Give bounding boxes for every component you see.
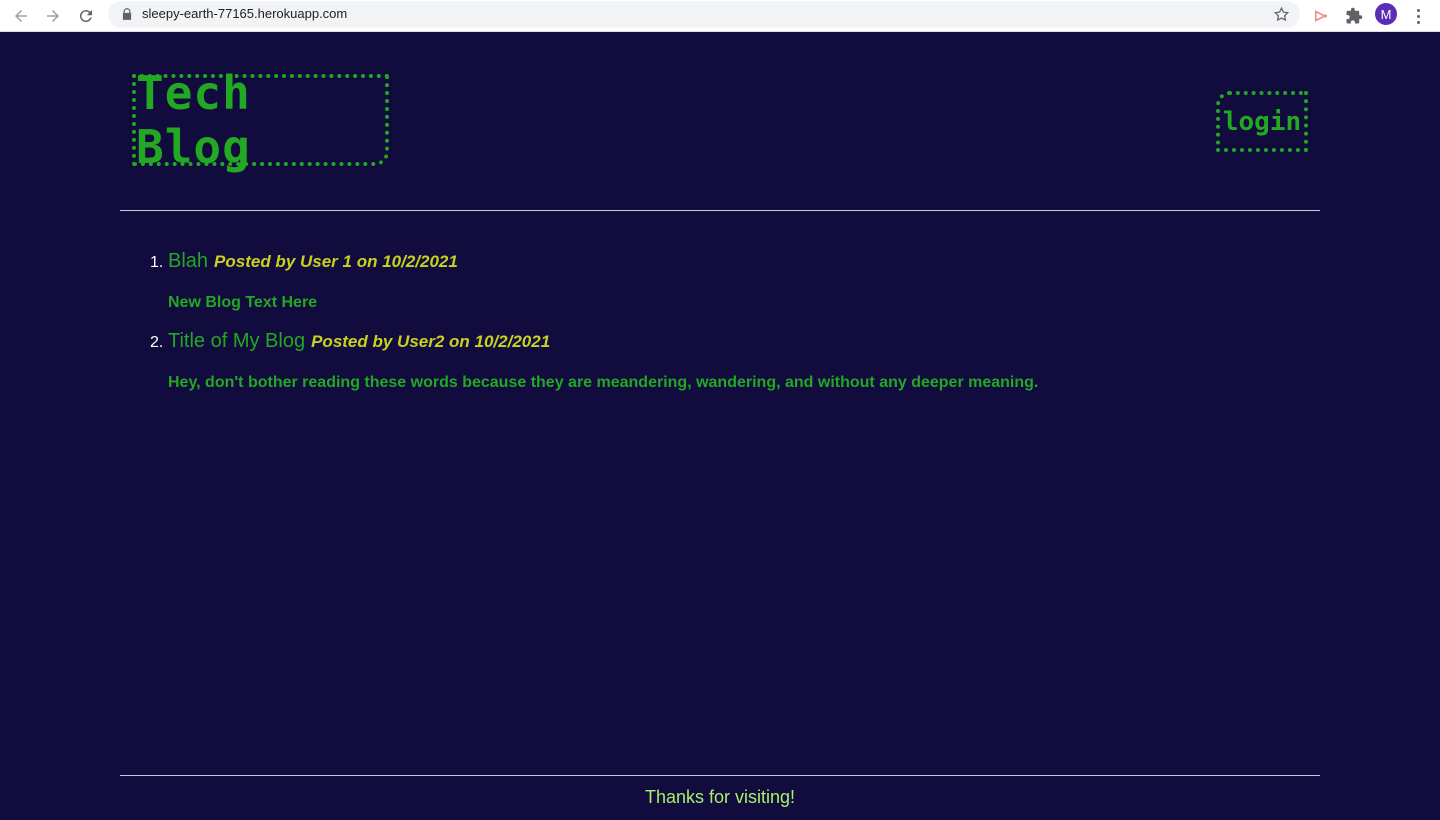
back-button[interactable] [8,3,34,29]
login-label: login [1222,106,1302,137]
address-bar[interactable]: sleepy-earth-77165.herokuapp.com [108,1,1300,28]
extension-icon[interactable] [1310,5,1332,27]
url-text: sleepy-earth-77165.herokuapp.com [142,6,348,21]
reload-button[interactable] [73,3,99,29]
post-item: 2. Title of My Blog Posted by User2 on 1… [150,330,1300,392]
post-number: 2. [150,334,164,351]
post-body: New Blog Text Here [168,294,318,311]
lock-icon [122,8,132,20]
profile-avatar[interactable]: M [1375,3,1397,25]
post-title[interactable]: Title of My Blog [168,330,305,353]
post-header: 1. Blah Posted by User 1 on 10/2/2021 [150,250,1300,280]
post-header: 2. Title of My Blog Posted by User2 on 1… [150,330,1300,360]
post-item: 1. Blah Posted by User 1 on 10/2/2021 Ne… [150,250,1300,312]
logo-text: Tech Blog [136,66,251,174]
post-meta: Posted by User2 on 10/2/2021 [311,332,551,351]
arrow-left-icon [15,10,27,22]
browser-menu-icon[interactable] [1410,5,1426,27]
site-logo[interactable]: Tech Blog [132,66,389,174]
post-meta: Posted by User 1 on 10/2/2021 [214,252,458,271]
footer-divider [120,775,1320,776]
post-number: 1. [150,254,164,271]
cast-extension-icon [1314,10,1327,22]
footer-text: Thanks for visiting! [644,787,796,807]
forward-button[interactable] [40,3,66,29]
bookmark-star-icon[interactable] [1273,6,1290,23]
header-divider [120,210,1320,211]
arrow-right-icon [47,10,59,22]
browser-toolbar: sleepy-earth-77165.herokuapp.com M [0,0,1440,32]
extensions-button[interactable] [1343,5,1365,27]
login-button[interactable]: login [1216,91,1308,152]
puzzle-icon [1346,7,1363,24]
post-title[interactable]: Blah [168,250,208,273]
reload-icon [79,10,92,23]
post-list: 1. Blah Posted by User 1 on 10/2/2021 Ne… [150,250,1300,410]
post-body: Hey, don't bother reading these words be… [168,374,1039,391]
